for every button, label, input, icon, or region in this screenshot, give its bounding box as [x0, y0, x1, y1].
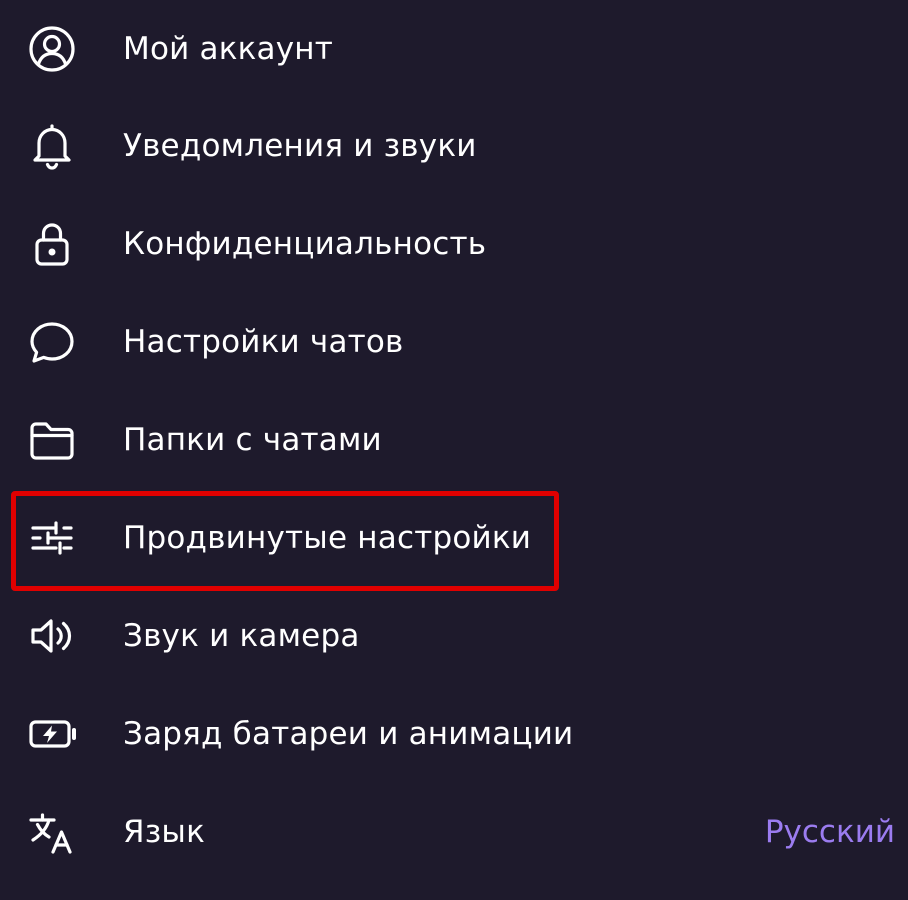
menu-item-label: Настройки чатов: [123, 324, 404, 360]
menu-item-label: Звук и камера: [123, 618, 360, 654]
menu-item-label: Конфиденциальность: [123, 226, 487, 262]
menu-item-notifications[interactable]: Уведомления и звуки: [0, 97, 908, 195]
menu-item-label: Уведомления и звуки: [123, 128, 477, 164]
folder-icon: [26, 414, 78, 466]
menu-item-chat-settings[interactable]: Настройки чатов: [0, 293, 908, 391]
menu-item-label: Язык: [123, 814, 206, 850]
settings-menu: Мой аккаунт Уведомления и звуки Конфиден…: [0, 0, 908, 900]
speaker-icon: [26, 610, 78, 662]
menu-item-sound-camera[interactable]: Звук и камера: [0, 587, 908, 685]
language-value: Русский: [764, 814, 895, 850]
menu-item-label: Продвинутые настройки: [123, 520, 532, 556]
battery-icon: [26, 708, 78, 760]
bell-icon: [26, 120, 78, 172]
menu-item-advanced-settings[interactable]: Продвинутые настройки: [0, 489, 908, 587]
translate-icon: [26, 806, 78, 858]
menu-item-label: Мой аккаунт: [123, 31, 334, 67]
menu-item-chat-folders[interactable]: Папки с чатами: [0, 391, 908, 489]
sliders-icon: [26, 512, 78, 564]
menu-item-my-account[interactable]: Мой аккаунт: [0, 0, 908, 98]
menu-item-battery-animations[interactable]: Заряд батареи и анимации: [0, 685, 908, 783]
menu-item-privacy[interactable]: Конфиденциальность: [0, 195, 908, 293]
lock-icon: [26, 218, 78, 270]
menu-item-label: Заряд батареи и анимации: [123, 716, 574, 752]
chat-bubble-icon: [26, 316, 78, 368]
menu-item-language[interactable]: Язык Русский: [0, 783, 908, 881]
menu-item-label: Папки с чатами: [123, 422, 382, 458]
user-circle-icon: [26, 23, 78, 75]
